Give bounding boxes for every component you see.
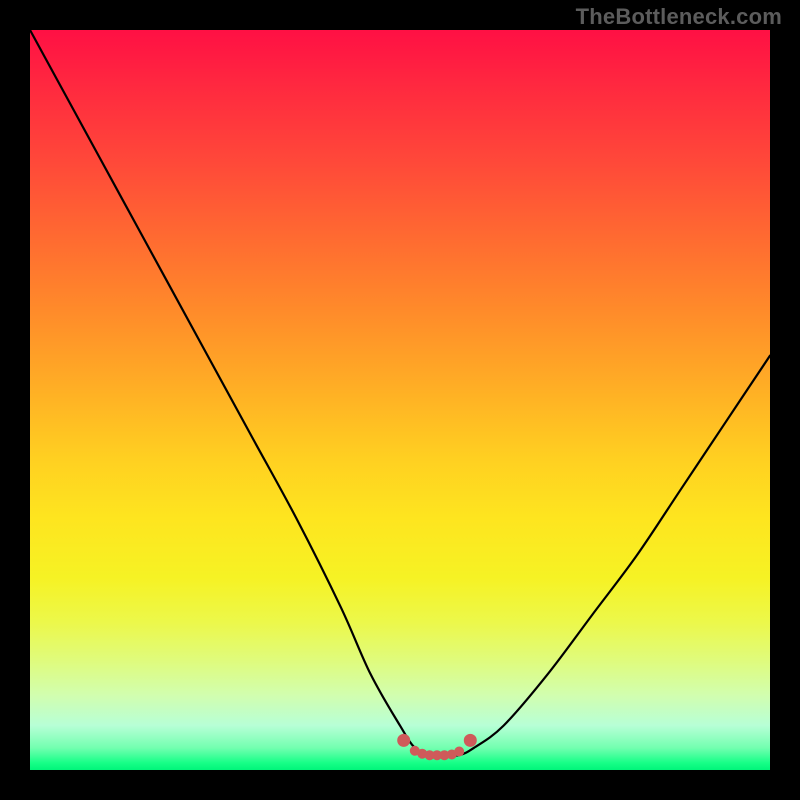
- valley-marker: [464, 734, 477, 747]
- watermark-text: TheBottleneck.com: [576, 4, 782, 30]
- valley-marker: [397, 734, 410, 747]
- chart-frame: TheBottleneck.com: [0, 0, 800, 800]
- valley-markers: [397, 734, 477, 760]
- valley-marker: [454, 747, 464, 757]
- curve-layer: [30, 30, 770, 770]
- bottleneck-curve: [30, 30, 770, 756]
- plot-area: [30, 30, 770, 770]
